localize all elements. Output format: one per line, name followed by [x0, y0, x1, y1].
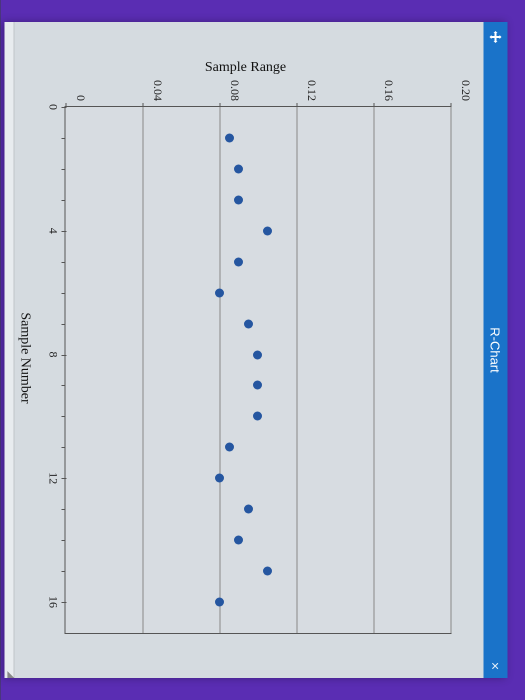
ytick-mark [373, 103, 374, 107]
ytick-label: 0.04 [150, 67, 165, 101]
data-point [224, 133, 233, 142]
xtick-mark [61, 107, 66, 108]
xtick-mark-minor [61, 571, 64, 572]
xtick-mark-minor [61, 540, 64, 541]
ytick-label: 0.12 [304, 67, 319, 101]
data-point [234, 195, 243, 204]
ytick-label: 0.16 [381, 67, 396, 101]
gridline-h [142, 107, 143, 633]
xtick-mark [61, 478, 66, 479]
ytick-label: 0.20 [458, 67, 473, 101]
ytick-mark [296, 103, 297, 107]
chart-area: Sample Range 00.040.080.120.160.20048121… [14, 22, 483, 678]
xtick-mark-minor [61, 447, 64, 448]
xtick-mark-minor [61, 385, 64, 386]
data-point [253, 350, 262, 359]
close-icon[interactable]: × [488, 662, 502, 670]
outer-frame: R-Chart × Sample Range 00.040.080.120.16… [0, 0, 525, 700]
ytick-mark [450, 103, 451, 107]
gridline-h [219, 107, 220, 633]
xtick-mark-minor [61, 262, 64, 263]
xtick-mark-minor [61, 509, 64, 510]
data-point [253, 381, 262, 390]
xtick-label: 12 [45, 472, 60, 484]
data-point [243, 319, 252, 328]
ytick-label: 0.08 [227, 67, 242, 101]
xtick-mark-minor [61, 324, 64, 325]
ytick-mark [142, 103, 143, 107]
xtick-label: 16 [45, 596, 60, 608]
data-point [215, 288, 224, 297]
ytick-label: 0 [73, 67, 88, 101]
xtick-mark-minor [61, 416, 64, 417]
gridline-h [373, 107, 374, 633]
plot-container: Sample Range 00.040.080.120.160.20048121… [32, 74, 459, 642]
statusbar: ◢ [4, 22, 14, 678]
data-point [243, 505, 252, 514]
xtick-label: 8 [45, 352, 60, 358]
plot: 00.040.080.120.160.200481216 [64, 106, 451, 634]
xtick-label: 0 [45, 104, 60, 110]
gridline-h [296, 107, 297, 633]
data-point [234, 164, 243, 173]
titlebar[interactable]: R-Chart × [483, 22, 507, 678]
xtick-mark-minor [61, 138, 64, 139]
data-point [234, 257, 243, 266]
xtick-label: 4 [45, 228, 60, 234]
data-point [263, 226, 272, 235]
x-axis-label: Sample Number [16, 312, 32, 403]
window-title: R-Chart [488, 327, 503, 373]
data-point [263, 567, 272, 576]
chart-window: R-Chart × Sample Range 00.040.080.120.16… [4, 22, 507, 678]
xtick-mark [61, 355, 66, 356]
ytick-mark [219, 103, 220, 107]
data-point [215, 474, 224, 483]
rotated-viewport: R-Chart × Sample Range 00.040.080.120.16… [0, 0, 525, 700]
data-point [253, 412, 262, 421]
xtick-mark-minor [61, 293, 64, 294]
data-point [234, 536, 243, 545]
move-icon[interactable] [488, 30, 502, 44]
resize-grip-icon[interactable]: ◢ [5, 671, 16, 676]
gridline-h [450, 107, 451, 633]
xtick-mark-minor [61, 200, 64, 201]
data-point [224, 443, 233, 452]
y-axis-label: Sample Range [205, 60, 286, 76]
xtick-mark [61, 602, 66, 603]
data-point [215, 598, 224, 607]
xtick-mark-minor [61, 169, 64, 170]
xtick-mark [61, 231, 66, 232]
